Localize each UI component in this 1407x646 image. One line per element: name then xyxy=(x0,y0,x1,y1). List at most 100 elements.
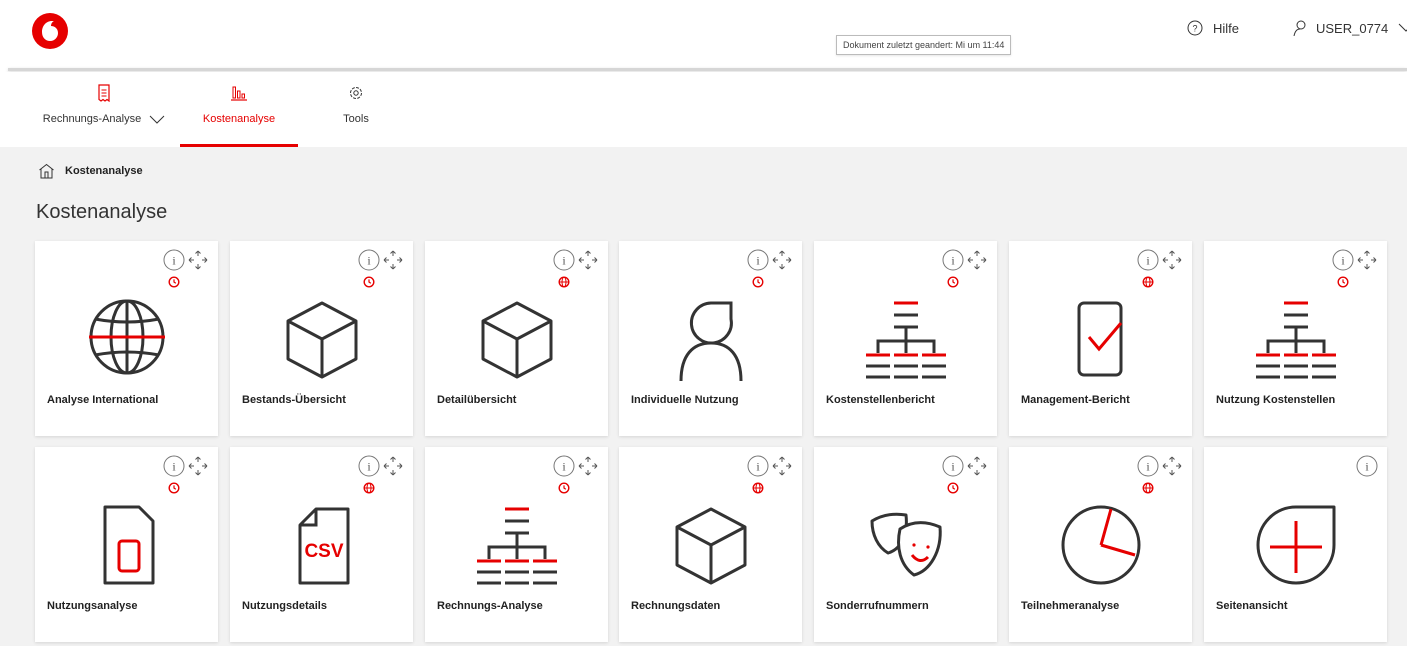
tile-label: Bestands-Übersicht xyxy=(242,394,346,406)
top-bar: Dokument zuletzt geandert: Mi um 11:44 ?… xyxy=(0,0,1407,71)
info-icon[interactable]: i xyxy=(942,455,964,482)
tab-label: Tools xyxy=(343,113,369,125)
move-icon[interactable] xyxy=(577,249,599,276)
move-icon[interactable] xyxy=(187,455,209,482)
info-icon[interactable]: i xyxy=(1332,249,1354,276)
info-icon[interactable]: i xyxy=(1137,249,1159,276)
tile-card[interactable]: i Detailübersicht xyxy=(425,241,608,436)
tile-card[interactable]: i Rechnungsdaten xyxy=(619,447,802,642)
move-icon[interactable] xyxy=(771,455,793,482)
move-icon[interactable] xyxy=(966,455,988,482)
document-status: Dokument zuletzt geandert: Mi um 11:44 xyxy=(836,35,1012,55)
user-menu[interactable]: USER_0774 xyxy=(1292,20,1407,36)
tile-card[interactable]: i Bestands-Übersicht xyxy=(230,241,413,436)
tab-label: Rechnungs-Analyse xyxy=(42,113,142,125)
csv-text: CSV xyxy=(304,541,343,562)
tile-card[interactable]: i Analyse International xyxy=(35,241,218,436)
tab-kostenanalyse[interactable]: Kostenanalyse xyxy=(180,72,298,147)
main-nav: Rechnungs-Analyse Kostenanalyse Tools xyxy=(0,72,1407,147)
breadcrumb-current: Kostenanalyse xyxy=(65,165,143,177)
tile-label: Sonderrufnummern xyxy=(826,600,929,612)
page-title: Kostenanalyse xyxy=(36,201,168,223)
csv-file-icon: CSV xyxy=(272,493,372,593)
info-icon[interactable]: i xyxy=(553,455,575,482)
tile-card[interactable]: i Nutzungsanalyse xyxy=(35,447,218,642)
info-icon[interactable]: i xyxy=(163,249,185,276)
move-icon[interactable] xyxy=(187,249,209,276)
svg-text:i: i xyxy=(562,460,566,474)
tile-card[interactable]: i Rechnungs-Analyse xyxy=(425,447,608,642)
tile-label: Nutzungsanalyse xyxy=(47,600,138,612)
chevron-down-icon xyxy=(149,115,165,124)
tile-card[interactable]: i Management-Bericht xyxy=(1009,241,1192,436)
sim-card-icon xyxy=(77,493,177,593)
tile-card[interactable]: i Teilnehmeranalyse xyxy=(1009,447,1192,642)
svg-text:i: i xyxy=(756,254,760,268)
svg-text:i: i xyxy=(172,460,176,474)
tab-label: Kostenanalyse xyxy=(202,113,276,125)
person-icon xyxy=(661,287,761,387)
tab-rechnungs-analyse[interactable]: Rechnungs-Analyse xyxy=(34,72,174,147)
hierarchy-icon xyxy=(856,287,956,387)
tile-label: Seitenansicht xyxy=(1216,600,1288,612)
svg-text:i: i xyxy=(756,460,760,474)
svg-text:i: i xyxy=(562,254,566,268)
move-icon[interactable] xyxy=(1161,249,1183,276)
tile-label: Nutzungsdetails xyxy=(242,600,327,612)
move-icon[interactable] xyxy=(577,455,599,482)
info-icon[interactable]: i xyxy=(747,455,769,482)
move-icon[interactable] xyxy=(382,455,404,482)
tile-label: Nutzung Kostenstellen xyxy=(1216,394,1336,406)
svg-text:i: i xyxy=(1146,254,1150,268)
help-icon: ? xyxy=(1187,20,1203,36)
box-icon xyxy=(467,287,567,387)
move-icon[interactable] xyxy=(1356,249,1378,276)
plus-drop-icon xyxy=(1246,493,1346,593)
masks-icon xyxy=(856,493,956,593)
info-icon[interactable]: i xyxy=(358,249,380,276)
hierarchy-icon xyxy=(1246,287,1346,387)
info-icon[interactable]: i xyxy=(942,249,964,276)
gear-icon xyxy=(350,87,362,99)
vodafone-logo[interactable] xyxy=(32,13,68,49)
svg-text:i: i xyxy=(951,254,955,268)
tile-label: Kostenstellenbericht xyxy=(826,394,935,406)
breadcrumb[interactable]: Kostenanalyse xyxy=(38,163,143,179)
move-icon[interactable] xyxy=(966,249,988,276)
move-icon[interactable] xyxy=(382,249,404,276)
info-icon[interactable]: i xyxy=(747,249,769,276)
info-icon[interactable]: i xyxy=(358,455,380,482)
info-icon[interactable]: i xyxy=(163,455,185,482)
tile-card[interactable]: i Individuelle Nutzung xyxy=(619,241,802,436)
user-label: USER_0774 xyxy=(1316,20,1389,36)
invoice-icon xyxy=(98,84,110,102)
tile-card[interactable]: i Sonderrufnummern xyxy=(814,447,997,642)
tile-label: Teilnehmeranalyse xyxy=(1021,600,1120,612)
info-icon[interactable]: i xyxy=(553,249,575,276)
user-icon xyxy=(1293,20,1306,36)
tile-card[interactable]: i Nutzung Kostenstellen xyxy=(1204,241,1387,436)
hierarchy-icon xyxy=(467,493,567,593)
tile-card[interactable]: i Seitenansicht xyxy=(1204,447,1387,642)
tile-card[interactable]: i Kostenstellenbericht xyxy=(814,241,997,436)
svg-text:i: i xyxy=(951,460,955,474)
tile-label: Rechnungsdaten xyxy=(631,600,721,612)
content-area: Kostenanalyse Kostenanalyse i Analyse Int… xyxy=(0,147,1407,646)
tab-tools[interactable]: Tools xyxy=(318,72,394,147)
box-icon xyxy=(661,493,761,593)
svg-text:?: ? xyxy=(1192,24,1197,34)
info-icon[interactable]: i xyxy=(1356,455,1378,482)
move-icon[interactable] xyxy=(771,249,793,276)
svg-text:i: i xyxy=(367,254,371,268)
help-label: Hilfe xyxy=(1213,20,1240,36)
help-link[interactable]: ? Hilfe xyxy=(1187,20,1239,36)
tile-label: Rechnungs-Analyse xyxy=(437,600,543,612)
box-icon xyxy=(272,287,372,387)
info-icon[interactable]: i xyxy=(1137,455,1159,482)
home-icon xyxy=(39,163,54,179)
svg-text:i: i xyxy=(367,460,371,474)
tile-card[interactable]: i CSV Nutzungsdetails xyxy=(230,447,413,642)
move-icon[interactable] xyxy=(1161,455,1183,482)
tile-label: Management-Bericht xyxy=(1021,394,1130,406)
tile-label: Analyse International xyxy=(47,394,159,406)
